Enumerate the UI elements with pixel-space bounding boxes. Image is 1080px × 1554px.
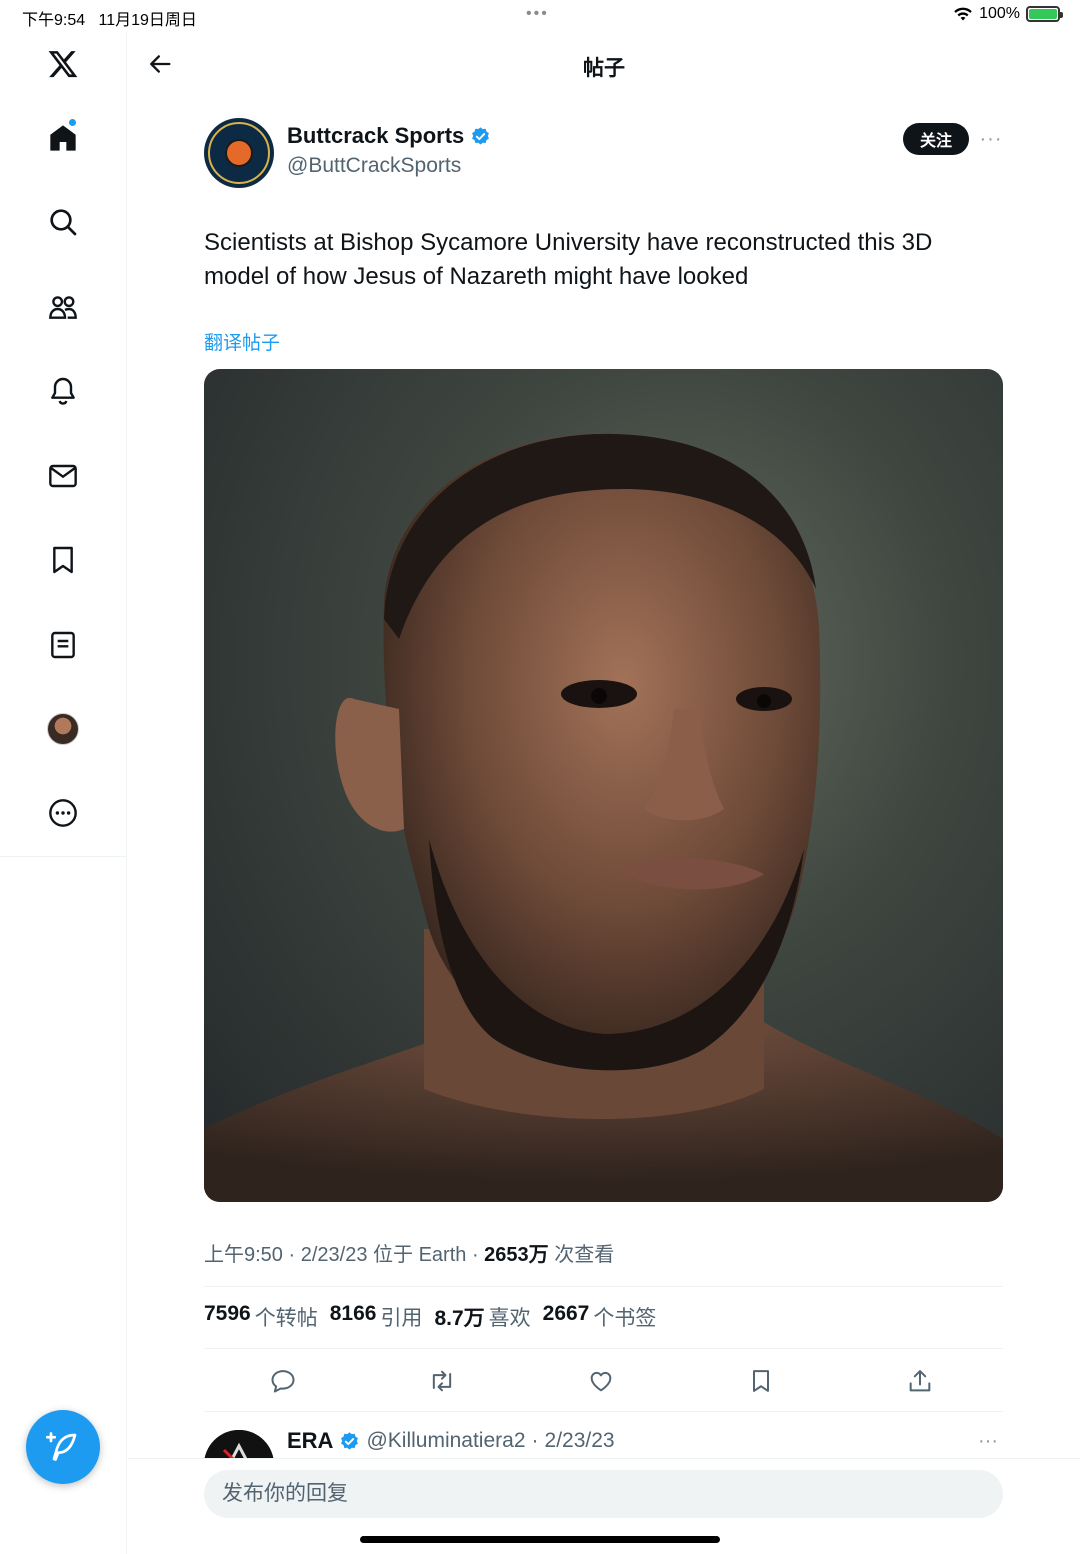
stat-label: 喜欢 [488,1307,531,1330]
author-name-line[interactable]: Buttcrack Sports [287,123,491,149]
multitasking-dots-icon[interactable]: ••• [526,5,549,23]
tweet-meta: 上午9:50 · 2/23/23 位于 Earth · 2653万 次查看 [204,1244,615,1266]
status-right: 100% [953,5,1063,23]
more-circle-icon [49,799,77,827]
notification-dot [68,118,77,127]
tweet-author: Buttcrack Sports @ButtCrackSports 关注 ··· [204,118,1004,188]
tweet-time[interactable]: 上午9:50 [204,1244,283,1266]
share-button[interactable] [899,1360,941,1402]
location-prefix: 位于 [373,1244,414,1266]
verified-badge-icon [341,1431,359,1449]
x-logo-icon[interactable] [33,34,93,94]
search-icon [50,209,77,236]
sidebar-item-notifications[interactable] [33,361,93,421]
status-date: 11月19日周日 [98,12,197,29]
home-indicator[interactable] [360,1536,720,1543]
reply-more-button[interactable]: ··· [978,1430,998,1453]
communities-icon [49,296,77,319]
share-upload-icon [909,1370,931,1392]
reply-author-handle[interactable]: @Killuminatiera2 [366,1429,525,1453]
reply-author-name[interactable]: ERA [287,1428,333,1454]
tweet-actions [204,1360,1003,1402]
stat-number: 2667 [542,1302,590,1325]
stat-label: 个书签 [593,1307,657,1330]
divider [204,1411,1003,1412]
reply-date[interactable]: 2/23/23 [545,1429,615,1453]
sidebar-item-communities[interactable] [33,277,93,337]
author-name[interactable]: Buttcrack Sports [287,123,464,149]
sidebar-item-lists[interactable] [33,615,93,675]
profile-avatar [47,713,79,745]
reply-input[interactable] [204,1470,1003,1518]
sidebar [0,32,127,1554]
home-icon [50,125,76,151]
stat-label: 引用 [380,1307,423,1330]
page-title: 帖子 [583,57,625,80]
stat-bookmarks[interactable]: 2667 个书签 [543,1302,657,1332]
reply-name-line: ERA @Killuminatiera2 · 2/23/23 [287,1428,615,1454]
views-count: 2653万 [484,1244,549,1266]
battery-icon [1026,6,1063,22]
status-time: 下午9:54 11月19日周日 [22,6,197,30]
repost-icon [432,1370,452,1392]
divider [204,1348,1003,1349]
compose-button[interactable] [26,1410,100,1484]
like-button[interactable] [580,1360,622,1402]
stat-likes[interactable]: 8.7万 喜欢 [434,1302,530,1332]
feather-plus-icon [45,1432,77,1461]
sidebar-item-search[interactable] [33,192,93,252]
battery-percent: 100% [979,5,1020,22]
heart-icon [590,1371,612,1392]
tweet-media-image[interactable] [204,369,1003,1202]
stat-quotes[interactable]: 8166 引用 [330,1302,423,1332]
reply-bubble-icon [271,1370,295,1393]
status-time-text: 下午9:54 [22,12,86,29]
sidebar-item-messages[interactable] [33,446,93,506]
sidebar-item-bookmarks[interactable] [33,530,93,590]
mail-icon [49,464,77,488]
divider [204,1286,1003,1287]
page-header: 帖子 [128,32,1080,98]
bookmark-icon [753,1370,769,1392]
author-avatar[interactable] [204,118,274,188]
stat-number: 8166 [329,1302,377,1325]
tweet-text: Scientists at Bishop Sycamore University… [204,229,933,290]
sidebar-item-home[interactable] [33,108,93,168]
bell-icon [51,377,75,405]
sidebar-divider [0,856,127,857]
follow-button[interactable]: 关注 [903,123,969,155]
author-avatar-ring [208,122,270,184]
reply-separator: · [531,1429,539,1452]
tweet-date[interactable]: 2/23/23 [301,1244,368,1266]
stat-reposts[interactable]: 7596 个转帖 [204,1302,318,1332]
verified-badge-icon [472,126,490,144]
stat-number: 8.7万 [434,1307,485,1330]
bookmark-icon [53,546,73,574]
lists-icon [51,631,75,659]
repost-button[interactable] [421,1360,463,1402]
wifi-icon [954,7,972,21]
battery-fill [1029,9,1057,19]
sidebar-item-more[interactable] [33,783,93,843]
stat-label: 个转帖 [254,1307,318,1330]
translate-post-link[interactable]: 翻译帖子 [204,328,280,355]
tweet-location: Earth [418,1244,467,1266]
views-label: 次查看 [554,1244,615,1266]
portrait-illustration [204,433,1003,1202]
author-handle[interactable]: @ButtCrackSports [287,154,461,178]
bookmark-button[interactable] [740,1360,782,1402]
reply-button[interactable] [262,1360,304,1402]
status-bar: 下午9:54 11月19日周日 ••• 100% [0,0,1080,32]
basketball-icon [225,139,253,167]
stat-number: 7596 [204,1302,251,1325]
sidebar-item-profile[interactable] [33,699,93,759]
tweet-stats: 7596 个转帖 8166 引用 8.7万 喜欢 2667 个书签 [204,1302,656,1332]
tweet-more-button[interactable]: ··· [978,126,1004,152]
